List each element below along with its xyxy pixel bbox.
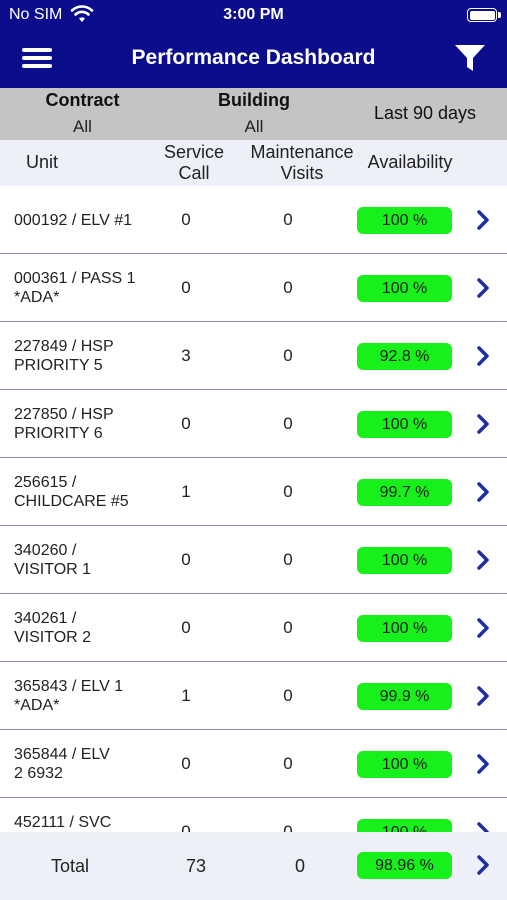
unit-name: 000361 / PASS 1 *ADA* <box>14 270 136 306</box>
column-header-availability: Availability <box>367 152 453 172</box>
maintenance-visits-count: 0 <box>283 754 293 773</box>
table-row[interactable]: 365844 / ELV 2 6932 0 0 100 % <box>0 730 507 798</box>
availability-badge: 100 % <box>357 615 452 642</box>
filter-row: Contract All Building All Last 90 days <box>0 88 507 140</box>
status-time: 3:00 PM <box>223 6 284 23</box>
column-header-service-call: Service Call <box>163 142 225 183</box>
service-call-count: 0 <box>181 754 191 773</box>
availability-badge: 100 % <box>357 547 452 574</box>
table-row[interactable]: 340260 / VISITOR 1 0 0 100 % <box>0 526 507 594</box>
contract-filter-label: Contract <box>45 90 120 110</box>
table-row[interactable]: 227849 / HSP PRIORITY 5 3 0 92.8 % <box>0 322 507 390</box>
availability-badge: 100 % <box>357 411 452 438</box>
maintenance-visits-count: 0 <box>283 482 293 501</box>
total-availability-badge: 98.96 % <box>357 852 452 879</box>
unit-name: 227849 / HSP PRIORITY 5 <box>14 338 114 374</box>
maintenance-visits-count: 0 <box>283 686 293 705</box>
unit-name: 340261 / VISITOR 2 <box>14 610 92 646</box>
chevron-right-icon[interactable] <box>474 345 492 367</box>
chevron-right-icon[interactable] <box>474 481 492 503</box>
availability-badge: 99.7 % <box>357 479 452 506</box>
page-title: Performance Dashboard <box>131 46 376 69</box>
unit-name: 256615 / CHILDCARE #5 <box>14 474 129 510</box>
service-call-count: 0 <box>181 550 191 569</box>
service-call-count: 0 <box>181 618 191 637</box>
total-row[interactable]: Total 73 0 98.96 % <box>0 832 507 900</box>
building-filter[interactable]: Building All <box>165 88 343 140</box>
navigation-bar: Performance Dashboard <box>0 32 507 88</box>
maintenance-visits-count: 0 <box>283 210 293 229</box>
battery-icon <box>467 8 501 22</box>
contract-filter-value: All <box>73 117 92 136</box>
table-row[interactable]: 365843 / ELV 1 *ADA* 1 0 99.9 % <box>0 662 507 730</box>
column-header-maintenance-visits: Maintenance Visits <box>250 142 354 183</box>
total-service-call: 73 <box>185 856 207 876</box>
status-bar: No SIM 3:00 PM <box>0 0 507 32</box>
funnel-filter-icon[interactable] <box>453 42 487 74</box>
total-label: Total <box>50 856 90 876</box>
maintenance-visits-count: 0 <box>283 550 293 569</box>
maintenance-visits-count: 0 <box>283 822 293 832</box>
unit-name: 000192 / ELV #1 <box>14 211 133 229</box>
unit-list[interactable]: 000192 / ELV #1 0 0 100 % 000361 / PASS 1 *A… <box>0 186 507 832</box>
chevron-right-icon[interactable] <box>474 685 492 707</box>
unit-name: 340260 / VISITOR 1 <box>14 542 92 578</box>
table-row[interactable]: 000192 / ELV #1 0 0 100 % <box>0 186 507 254</box>
service-call-count: 0 <box>181 822 191 832</box>
table-row[interactable]: 452111 / SVC ELV 10 0 0 100 % <box>0 798 507 832</box>
period-filter[interactable]: Last 90 days <box>343 88 507 140</box>
chevron-right-icon[interactable] <box>474 821 492 832</box>
availability-badge: 100 % <box>357 207 452 234</box>
building-filter-label: Building <box>218 90 290 110</box>
service-call-count: 1 <box>181 686 191 705</box>
service-call-count: 0 <box>181 414 191 433</box>
service-call-count: 0 <box>181 210 191 229</box>
contract-filter[interactable]: Contract All <box>0 88 165 140</box>
column-header-unit: Unit <box>26 152 59 172</box>
chevron-right-icon[interactable] <box>474 277 492 299</box>
chevron-right-icon[interactable] <box>474 209 492 231</box>
service-call-count: 3 <box>181 346 191 365</box>
chevron-right-icon[interactable] <box>474 617 492 639</box>
table-row[interactable]: 227850 / HSP PRIORITY 6 0 0 100 % <box>0 390 507 458</box>
availability-badge: 99.9 % <box>357 683 452 710</box>
unit-name: 227850 / HSP PRIORITY 6 <box>14 406 114 442</box>
chevron-right-icon[interactable] <box>474 549 492 571</box>
maintenance-visits-count: 0 <box>283 618 293 637</box>
chevron-right-icon[interactable] <box>474 413 492 435</box>
availability-badge: 100 % <box>357 275 452 302</box>
table-row[interactable]: 256615 / CHILDCARE #5 1 0 99.7 % <box>0 458 507 526</box>
availability-badge: 100 % <box>357 819 452 832</box>
unit-name: 365844 / ELV 2 6932 <box>14 746 110 782</box>
table-row[interactable]: 000361 / PASS 1 *ADA* 0 0 100 % <box>0 254 507 322</box>
chevron-right-icon[interactable] <box>474 854 492 876</box>
maintenance-visits-count: 0 <box>283 414 293 433</box>
table-row[interactable]: 340261 / VISITOR 2 0 0 100 % <box>0 594 507 662</box>
service-call-count: 1 <box>181 482 191 501</box>
chevron-right-icon[interactable] <box>474 753 492 775</box>
maintenance-visits-count: 0 <box>283 346 293 365</box>
service-call-count: 0 <box>181 278 191 297</box>
availability-badge: 92.8 % <box>357 343 452 370</box>
total-maintenance-visits: 0 <box>294 856 305 876</box>
building-filter-value: All <box>244 117 264 136</box>
unit-name: 452111 / SVC ELV 10 <box>14 814 112 831</box>
maintenance-visits-count: 0 <box>283 278 293 297</box>
availability-badge: 100 % <box>357 751 452 778</box>
table-header: Unit Service Call Maintenance Visits Ava… <box>0 140 507 186</box>
unit-name: 365843 / ELV 1 *ADA* <box>14 678 124 714</box>
